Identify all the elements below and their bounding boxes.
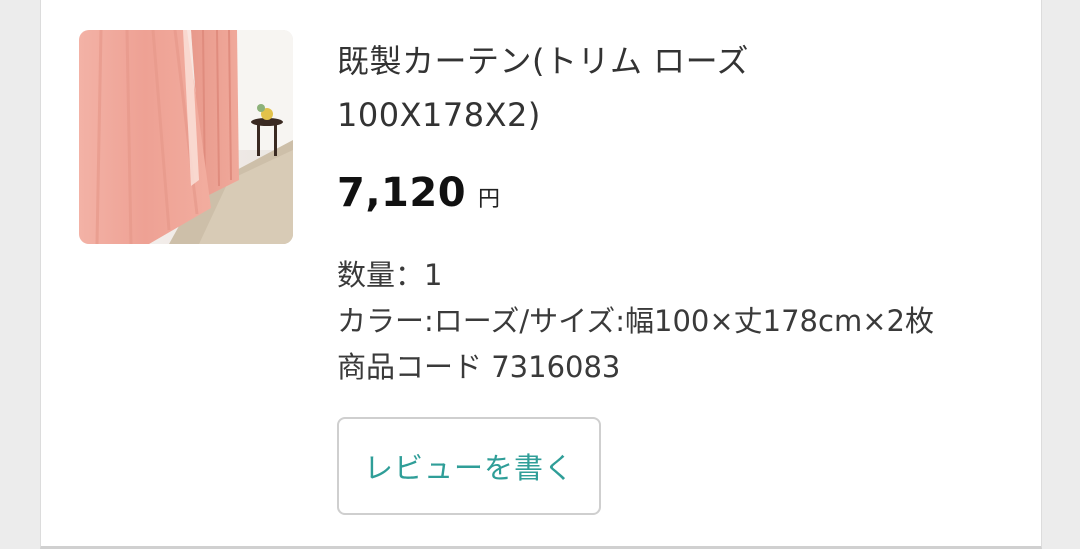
price-currency: 円 [478, 187, 501, 212]
variant-text: カラー:ローズ/サイズ:幅100×丈178cm×2枚 [337, 304, 934, 338]
product-image[interactable] [79, 30, 293, 244]
write-review-button[interactable]: レビューを書く [337, 417, 601, 515]
quantity-text: 数量：1 [337, 258, 443, 292]
product-title-line1: 既製カーテン(トリム ローズ [337, 42, 750, 80]
order-item-card: 既製カーテン(トリム ローズ 100X178X2) 7,120 円 数量：1 カ… [40, 0, 1042, 549]
curtain-photo-icon [79, 30, 293, 244]
product-title[interactable]: 既製カーテン(トリム ローズ 100X178X2) [337, 34, 857, 142]
product-code-text: 商品コード 7316083 [337, 350, 621, 384]
product-details: 数量：1 カラー:ローズ/サイズ:幅100×丈178cm×2枚 商品コード 73… [337, 252, 934, 390]
price: 7,120 円 [337, 170, 500, 216]
price-value: 7,120 [337, 170, 467, 216]
product-title-line2: 100X178X2) [337, 96, 541, 134]
